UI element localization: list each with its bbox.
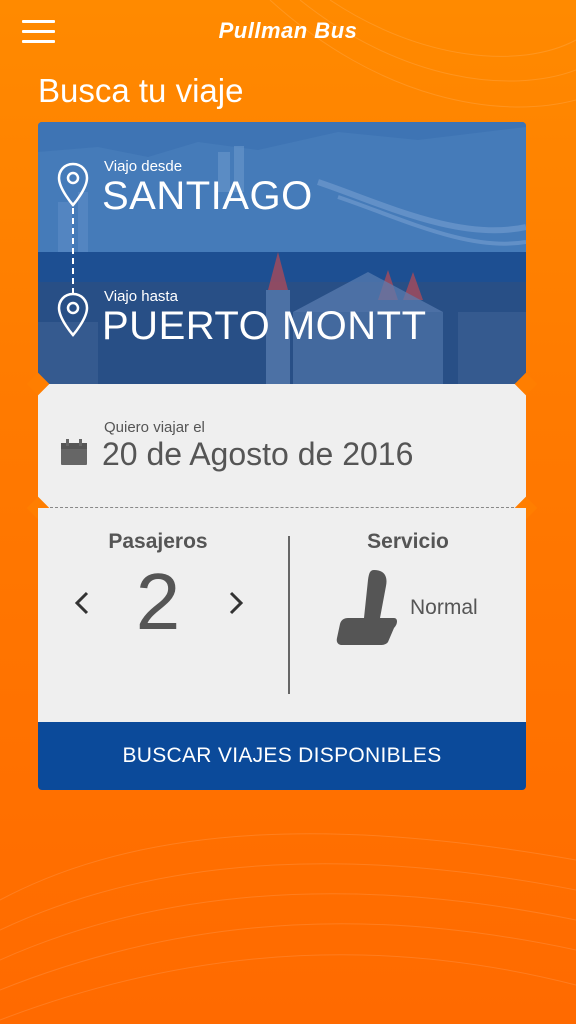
origin-city: SANTIAGO: [102, 174, 313, 218]
origin-label: Viajo desde: [104, 158, 183, 175]
service-value: Normal: [410, 596, 478, 619]
top-bar: Pullman Bus: [0, 0, 576, 64]
options-section: Pasajeros 2 Servicio Normal: [38, 508, 526, 722]
date-field[interactable]: Quiero viajar el 20 de Agosto de 2016: [26, 372, 538, 520]
route-connector-line: [72, 208, 74, 294]
destination-label: Viajo hasta: [104, 288, 178, 305]
location-pin-icon: [57, 292, 89, 337]
trip-search-card: Viajo desde SANTIAGO Viajo hasta PUERTO …: [26, 122, 538, 790]
destination-city: PUERTO MONTT: [102, 304, 427, 348]
date-label: Quiero viajar el: [104, 419, 205, 436]
brand-logo: Pullman Bus: [218, 18, 358, 43]
seat-icon: [336, 570, 397, 645]
service-selector[interactable]: Servicio Normal: [290, 508, 526, 722]
route-section: Viajo desde SANTIAGO Viajo hasta PUERTO …: [38, 122, 526, 384]
chevron-left-icon[interactable]: [68, 588, 98, 618]
service-label: Servicio: [367, 530, 449, 553]
calendar-icon: [61, 439, 87, 465]
passengers-label: Pasajeros: [108, 530, 208, 553]
passengers-count: 2: [135, 557, 181, 646]
page-title: Busca tu viaje: [38, 72, 244, 109]
location-pin-icon: [57, 162, 89, 207]
passengers-selector: Pasajeros 2: [38, 508, 288, 722]
chevron-right-icon[interactable]: [220, 588, 250, 618]
search-trips-button[interactable]: BUSCAR VIAJES DISPONIBLES: [38, 722, 526, 790]
date-value: 20 de Agosto de 2016: [102, 436, 414, 472]
